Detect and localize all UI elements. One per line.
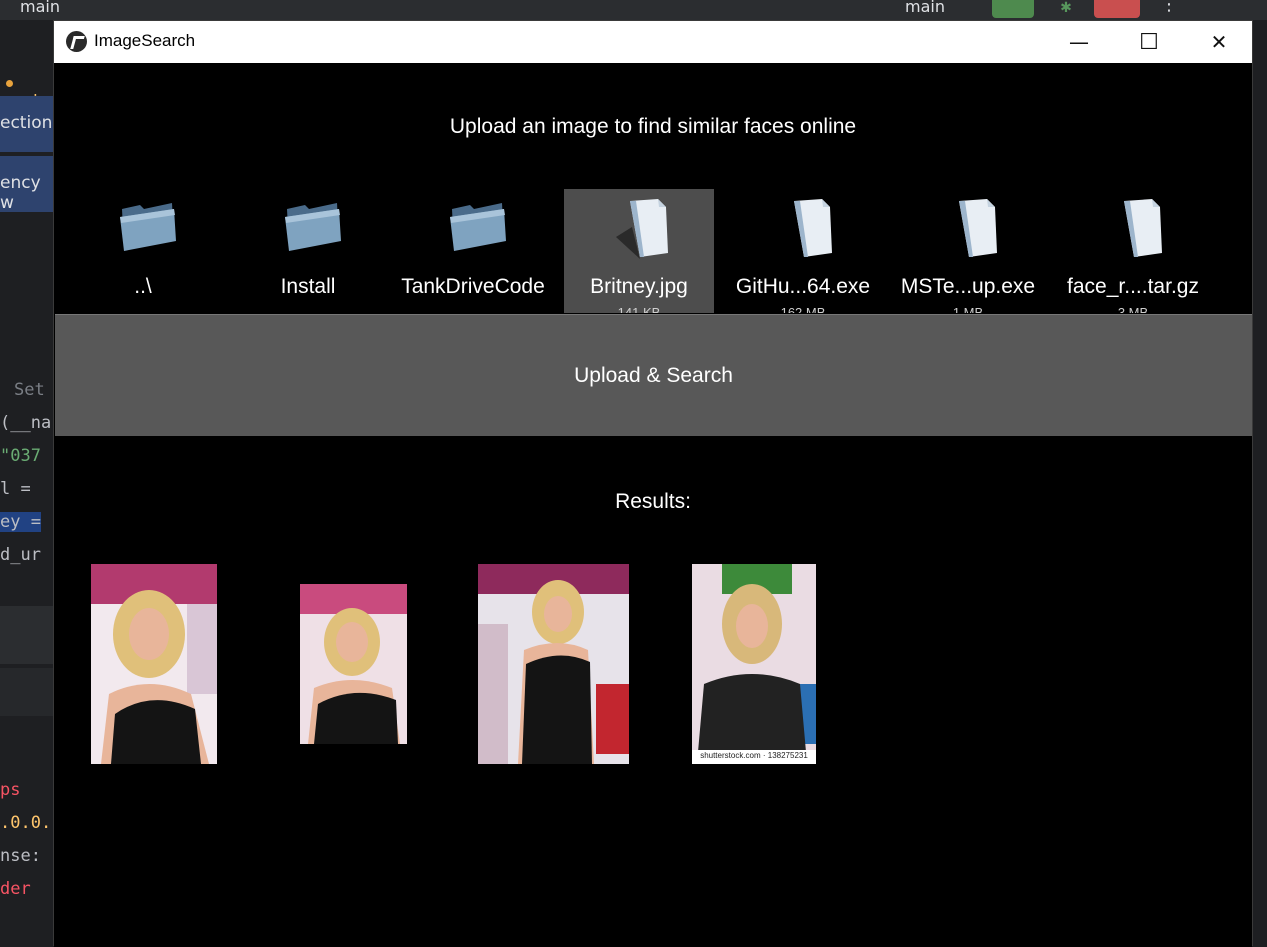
app-content: Upload an image to find similar faces on… xyxy=(54,63,1252,947)
file-item[interactable]: MSTe...up.exe 1 MB xyxy=(893,189,1043,313)
ide-code-line: .0.0. xyxy=(0,813,52,833)
folder-icon xyxy=(448,197,508,257)
close-icon: ✕ xyxy=(1210,30,1228,54)
ide-band-1: ection xyxy=(0,96,53,152)
page-heading: Upload an image to find similar faces on… xyxy=(449,115,857,138)
ide-code-line: "037 xyxy=(0,446,41,466)
close-button[interactable]: ✕ xyxy=(1184,21,1254,63)
file-item[interactable]: GitHu...64.exe 162 MB xyxy=(728,189,878,313)
ide-code-line: ps xyxy=(0,780,21,800)
ide-stop-button[interactable] xyxy=(1094,0,1140,18)
file-name: Britney.jpg xyxy=(590,275,688,298)
ide-code-line: ey = xyxy=(0,512,41,532)
ide-code-line: d_ur xyxy=(0,545,41,565)
upload-search-button[interactable]: Upload & Search xyxy=(55,314,1252,436)
result-image[interactable] xyxy=(91,564,217,764)
results-label: Results: xyxy=(615,490,691,513)
ide-editor-fragment: main ection ency w Set (__na "037 l = ey… xyxy=(0,20,53,946)
file-icon xyxy=(943,197,1003,257)
folder-icon xyxy=(283,197,343,257)
maximize-icon: ☐ xyxy=(1139,29,1159,55)
result-image[interactable] xyxy=(478,564,629,764)
ide-code-line: (__na xyxy=(0,413,52,433)
ide-right-fragment xyxy=(1253,20,1267,946)
ide-toolbar: main main ✱ ⋮ xyxy=(0,0,1267,20)
file-chooser[interactable]: ..\ Install TankDriveCode Britney.jpg 14… xyxy=(54,189,1252,313)
minimize-icon: — xyxy=(1069,30,1089,54)
file-icon xyxy=(1108,197,1168,257)
ide-panel-strip xyxy=(0,606,53,664)
ide-debug-icon[interactable]: ✱ xyxy=(1046,0,1086,18)
minimize-button[interactable]: — xyxy=(1044,21,1114,63)
ide-code-line: der xyxy=(0,879,31,899)
result-image[interactable] xyxy=(300,584,407,744)
file-size: 141 KB xyxy=(617,305,661,313)
file-name: ..\ xyxy=(134,275,152,298)
file-size: 1 MB xyxy=(952,305,984,313)
folder-icon xyxy=(118,197,178,257)
file-item[interactable]: face_r....tar.gz 3 MB xyxy=(1058,189,1208,313)
modified-dot-icon xyxy=(6,80,13,87)
image-search-window: ImageSearch — ☐ ✕ Upload an image to fin… xyxy=(53,20,1253,947)
ide-band-2: ency w xyxy=(0,156,53,213)
ide-code-line: nse: xyxy=(0,846,41,866)
file-name: Install xyxy=(280,275,336,298)
ide-more-icon[interactable]: ⋮ xyxy=(1160,0,1178,15)
window-title: ImageSearch xyxy=(94,31,196,50)
result-image[interactable]: shutterstock.com · 138275231 xyxy=(692,564,816,764)
file-item[interactable]: ..\ xyxy=(68,189,218,313)
file-icon xyxy=(614,197,674,259)
ide-branch-label[interactable]: main xyxy=(20,0,60,16)
ide-branch-label-right[interactable]: main xyxy=(905,0,945,16)
file-name: face_r....tar.gz xyxy=(1067,275,1199,298)
watermark-caption: shutterstock.com · 138275231 xyxy=(700,751,808,760)
file-item[interactable]: TankDriveCode xyxy=(398,189,548,313)
kivy-app-icon xyxy=(66,31,87,52)
window-titlebar[interactable]: ImageSearch — ☐ ✕ xyxy=(54,21,1252,63)
file-item-selected[interactable]: Britney.jpg 141 KB xyxy=(564,189,714,313)
file-name: MSTe...up.exe xyxy=(900,275,1036,298)
file-item[interactable]: Install xyxy=(233,189,383,313)
file-icon xyxy=(778,197,838,257)
file-size: 3 MB xyxy=(1117,305,1149,313)
ide-code-line: Set xyxy=(14,380,45,400)
maximize-button[interactable]: ☐ xyxy=(1114,21,1184,63)
file-name: TankDriveCode xyxy=(401,275,545,298)
file-size: 162 MB xyxy=(780,305,826,313)
ide-run-button[interactable] xyxy=(992,0,1034,18)
file-name: GitHu...64.exe xyxy=(735,275,871,298)
ide-code-line: l = xyxy=(0,479,31,499)
ide-panel-strip xyxy=(0,668,53,716)
